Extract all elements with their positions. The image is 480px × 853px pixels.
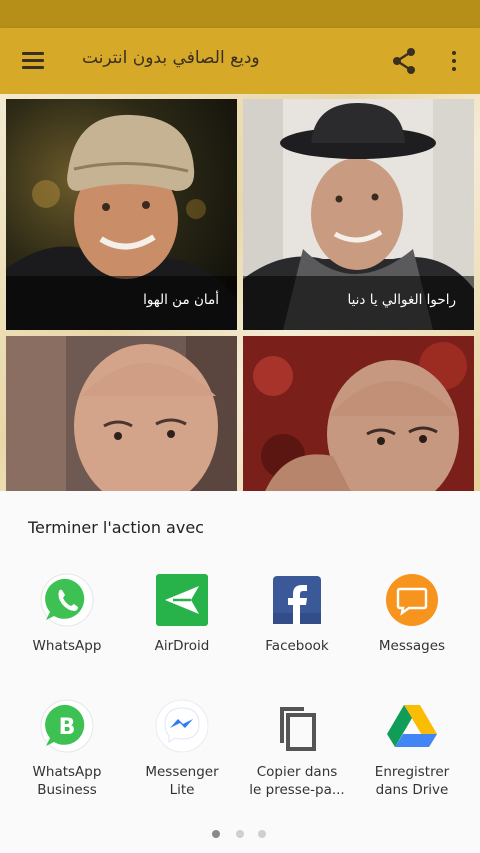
share-target-label: Enregistrer dans Drive [374,764,450,798]
share-sheet-title: Terminer l'action avec [28,518,204,537]
airdroid-icon [156,574,208,626]
share-target-google-drive[interactable]: Enregistrer dans Drive [352,699,472,809]
page-dot [236,830,244,838]
status-bar [0,0,480,28]
copy-icon [280,707,316,751]
menu-button[interactable] [14,45,50,77]
messages-icon [386,574,438,626]
song-card[interactable]: راحوا الغوالي يا دنيا [243,99,474,330]
share-target-label: Copier dans le presse-pa... [249,764,345,798]
share-target-airdroid[interactable]: AirDroid [122,573,242,663]
page-dot [258,830,266,838]
whatsapp-icon [40,573,94,627]
song-card[interactable] [243,336,474,496]
share-icon [393,48,415,74]
share-target-label: Facebook [265,638,329,654]
share-target-messages[interactable]: Messages [352,573,472,663]
song-card[interactable] [6,336,237,496]
singer-photo [243,336,474,496]
share-target-label: Messenger Lite [145,764,219,798]
song-grid: أمان من الهوا راحوا الغوالي يا دنيا [0,94,480,496]
page-indicator [210,830,272,840]
share-target-label: WhatsApp [32,638,102,654]
share-button[interactable] [386,43,422,79]
whatsapp-business-icon: B [40,699,94,753]
song-title: أمان من الهوا [6,276,237,330]
share-target-messenger-lite[interactable]: Messenger Lite [122,699,242,809]
share-target-label: WhatsApp Business [32,764,102,798]
more-options-button[interactable] [440,43,468,79]
page-dot-active [212,830,220,838]
share-target-label: Messages [378,638,446,654]
share-target-label: AirDroid [154,638,210,654]
share-target-whatsapp[interactable]: WhatsApp [7,573,127,663]
share-target-facebook[interactable]: Facebook [237,573,357,663]
facebook-icon [273,576,321,624]
song-card[interactable]: أمان من الهوا [6,99,237,330]
share-target-whatsapp-business[interactable]: B WhatsApp Business [7,699,127,809]
google-drive-icon [387,705,437,747]
share-target-copy-to-clipboard[interactable]: Copier dans le presse-pa... [237,699,357,809]
share-sheet: Terminer l'action avec WhatsApp AirDroid… [0,491,480,853]
messenger-lite-icon [155,699,209,753]
svg-text:B: B [59,715,76,740]
song-title: راحوا الغوالي يا دنيا [243,276,474,330]
app-title: وديع الصافي بدون انترنت [82,48,260,68]
app-bar: وديع الصافي بدون انترنت [0,28,480,94]
singer-photo [6,336,237,496]
